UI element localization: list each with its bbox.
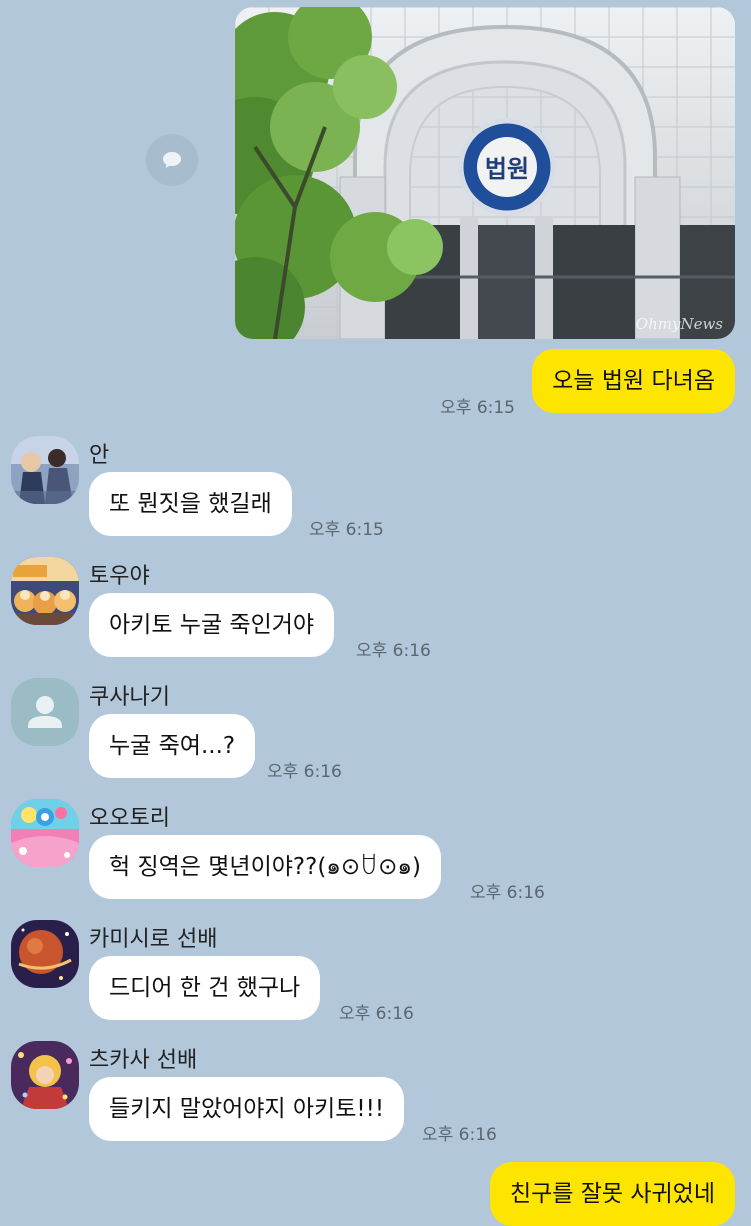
watermark: OhmyNews xyxy=(636,315,723,333)
share-button[interactable] xyxy=(146,134,198,186)
message-text: 또 뭔짓을 했길래 xyxy=(109,491,272,517)
avatar-kusanagi[interactable] xyxy=(11,678,79,746)
message-time: 오후 6:16 xyxy=(339,1004,414,1024)
message-time: 오후 6:15 xyxy=(440,398,515,418)
message-time: 오후 6:15 xyxy=(309,520,384,540)
avatar-touya[interactable] xyxy=(11,557,79,625)
avatar-an[interactable] xyxy=(11,436,79,504)
sender-name: 오오토리 xyxy=(89,806,170,831)
sender-name: 카미시로 선배 xyxy=(89,927,218,952)
sender-name: 토우야 xyxy=(89,564,150,589)
message-time: 오후 6:16 xyxy=(470,883,545,903)
message-bubble[interactable]: 또 뭔짓을 했길래 xyxy=(89,472,292,536)
message-time: 오후 6:16 xyxy=(422,1125,497,1145)
message-bubble-outgoing[interactable]: 친구를 잘못 사귀었네 xyxy=(489,1162,735,1226)
court-building-photo: 법원 OhmyNews xyxy=(235,7,735,339)
message-text: 누굴 죽여...? xyxy=(109,733,236,759)
message-bubble[interactable]: 누굴 죽여...? xyxy=(89,714,256,778)
chat-bubble-icon xyxy=(163,152,181,168)
message-text: 오늘 법원 다녀옴 xyxy=(552,368,715,394)
shared-photo[interactable]: 법원 OhmyNews xyxy=(235,7,735,339)
sender-name: 츠카사 선배 xyxy=(89,1048,198,1073)
message-bubble[interactable]: 헉 징역은 몇년이야??(๑⊙ꇴ⊙๑) xyxy=(89,835,441,899)
message-text: 헉 징역은 몇년이야??(๑⊙ꇴ⊙๑) xyxy=(109,854,421,880)
avatar-tsukasa[interactable] xyxy=(11,1041,79,1109)
court-sign-text: 법원 xyxy=(485,155,529,183)
message-text: 친구를 잘못 사귀었네 xyxy=(509,1181,715,1207)
message-time: 오후 6:16 xyxy=(267,762,342,782)
person-icon xyxy=(36,696,54,714)
sender-name: 쿠사나기 xyxy=(89,685,170,710)
message-bubble[interactable]: 들키지 말았어야지 아키토!!! xyxy=(89,1077,405,1141)
message-bubble[interactable]: 아키토 누굴 죽인거야 xyxy=(89,593,335,657)
avatar-kamishiro[interactable] xyxy=(11,920,79,988)
message-bubble[interactable]: 드디어 한 건 했구나 xyxy=(89,956,321,1020)
message-text: 들키지 말았어야지 아키토!!! xyxy=(109,1096,385,1122)
message-bubble-outgoing[interactable]: 오늘 법원 다녀옴 xyxy=(532,349,735,413)
message-text: 아키토 누굴 죽인거야 xyxy=(109,612,315,638)
avatar-ootori[interactable] xyxy=(11,799,79,867)
sender-name: 안 xyxy=(89,443,110,468)
message-text: 드디어 한 건 했구나 xyxy=(109,975,301,1001)
message-time: 오후 6:16 xyxy=(356,641,431,661)
